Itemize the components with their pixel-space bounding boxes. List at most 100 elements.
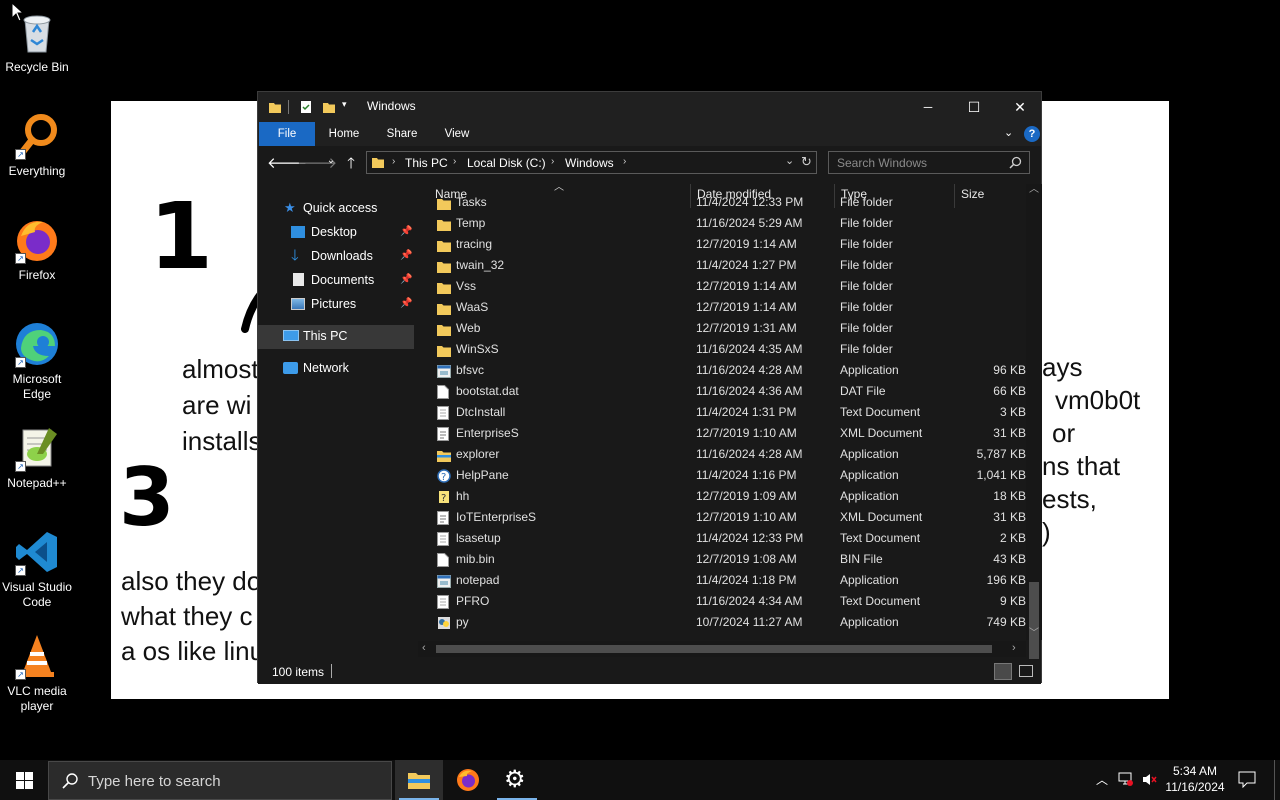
- breadcrumb-separator-icon[interactable]: ›: [551, 156, 554, 167]
- address-bar[interactable]: › This PC › Local Disk (C:) › Windows › …: [366, 151, 817, 174]
- tab-share[interactable]: Share: [384, 122, 420, 146]
- file-row[interactable]: bootstat.dat 11/16/2024 4:36 AM DAT File 66…: [418, 381, 1028, 402]
- title-bar[interactable]: ▾ Windows ─ ☐ ✕: [258, 92, 1041, 122]
- clock[interactable]: 5:34 AM 11/16/2024: [1162, 760, 1228, 800]
- file-size: 31 KB: [993, 510, 1026, 524]
- maximize-button[interactable]: ☐: [951, 92, 997, 122]
- desktop-icon-everything[interactable]: ↗ Everything: [0, 112, 74, 179]
- file-size: 5,787 KB: [976, 447, 1026, 461]
- file-size: 2 KB: [999, 531, 1026, 545]
- scroll-up-arrow-icon[interactable]: ︿: [1029, 180, 1039, 195]
- file-row[interactable]: notepad 11/4/2024 1:18 PM Application 196 K…: [418, 570, 1028, 591]
- file-row[interactable]: ? hh 12/7/2019 1:09 AM Application 18 KB: [418, 486, 1028, 507]
- title-separator: [288, 100, 289, 114]
- pin-icon[interactable]: 📌: [400, 245, 412, 267]
- large-icons-view-icon[interactable]: [1019, 665, 1033, 677]
- file-type: File folder: [840, 279, 893, 293]
- breadcrumb-separator-icon[interactable]: ›: [623, 156, 626, 167]
- file-row[interactable]: tracing 12/7/2019 1:14 AM File folder: [418, 234, 1028, 255]
- up-arrow-icon[interactable]: 🡑: [341, 153, 361, 178]
- back-arrow-icon[interactable]: 🡐: [267, 153, 307, 172]
- address-dropdown-chevron-icon[interactable]: ⌄: [785, 154, 794, 167]
- pin-icon[interactable]: 📌: [400, 221, 412, 243]
- nav-desktop[interactable]: Desktop 📌: [258, 221, 414, 245]
- file-row[interactable]: py 10/7/2024 11:27 AM Application 749 KB: [418, 612, 1028, 633]
- minimize-button[interactable]: ─: [905, 92, 951, 122]
- tab-file[interactable]: File: [259, 122, 315, 146]
- file-row[interactable]: Temp 11/16/2024 5:29 AM File folder: [418, 213, 1028, 234]
- breadcrumb-separator-icon[interactable]: ›: [392, 156, 395, 167]
- close-button[interactable]: ✕: [997, 92, 1043, 122]
- taskbar-settings[interactable]: ⚙: [493, 760, 541, 800]
- taskbar-firefox[interactable]: [444, 760, 492, 800]
- file-row[interactable]: WaaS 12/7/2019 1:14 AM File folder: [418, 297, 1028, 318]
- file-row[interactable]: WinSxS 11/16/2024 4:35 AM File folder: [418, 339, 1028, 360]
- scroll-down-arrow-icon[interactable]: ﹀: [1029, 624, 1039, 639]
- show-desktop-button[interactable]: [1274, 760, 1280, 800]
- file-name: bootstat.dat: [456, 384, 519, 398]
- desktop-icon-notepad-plus-plus[interactable]: ↗ Notepad++: [0, 424, 74, 491]
- windows-logo-icon: [16, 772, 33, 789]
- file-date-modified: 11/4/2024 1:27 PM: [696, 258, 797, 272]
- desktop-icon-vlc[interactable]: ↗ VLC media player: [0, 632, 74, 714]
- show-hidden-icons-chevron-icon[interactable]: ︿: [1096, 771, 1108, 788]
- quick-access-toolbar-dropdown-icon[interactable]: ▾: [342, 99, 347, 110]
- taskbar-search-box[interactable]: Type here to search: [48, 761, 392, 800]
- breadcrumb-local-disk[interactable]: Local Disk (C:): [467, 156, 546, 170]
- file-row[interactable]: explorer 11/16/2024 4:28 AM Application 5,7…: [418, 444, 1028, 465]
- horizontal-scrollbar[interactable]: ‹ ›: [418, 641, 1026, 657]
- desktop-icon-edge[interactable]: ↗ Microsoft Edge: [0, 320, 74, 402]
- desktop-icon-firefox[interactable]: ↗ Firefox: [0, 216, 74, 283]
- volume-muted-icon[interactable]: [1142, 772, 1158, 790]
- search-icon[interactable]: [1009, 156, 1022, 169]
- file-row[interactable]: bfsvc 11/16/2024 4:28 AM Application 96 KB: [418, 360, 1028, 381]
- computer-icon: [283, 330, 299, 341]
- help-icon[interactable]: ?: [1024, 126, 1040, 142]
- nav-downloads[interactable]: 🡓 Downloads 📌: [258, 245, 414, 269]
- forward-arrow-icon[interactable]: 🡒: [297, 153, 337, 172]
- breadcrumb-this-pc[interactable]: This PC: [405, 156, 448, 170]
- nav-network[interactable]: Network: [258, 357, 414, 381]
- file-row[interactable]: mib.bin 12/7/2019 1:08 AM BIN File 43 KB: [418, 549, 1028, 570]
- file-row[interactable]: Vss 12/7/2019 1:14 AM File folder: [418, 276, 1028, 297]
- recent-locations-chevron-icon[interactable]: ⌄: [321, 155, 341, 166]
- start-button[interactable]: [0, 760, 48, 800]
- scroll-right-arrow-icon[interactable]: ›: [1012, 642, 1016, 654]
- file-row[interactable]: IoTEnterpriseS 12/7/2019 1:10 AM XML Docum…: [418, 507, 1028, 528]
- horizontal-scroll-thumb[interactable]: [436, 645, 992, 653]
- pin-icon[interactable]: 📌: [400, 293, 412, 315]
- nav-quick-access[interactable]: ★ Quick access: [258, 197, 414, 221]
- properties-icon[interactable]: [300, 100, 312, 114]
- nav-documents[interactable]: Documents 📌: [258, 269, 414, 293]
- file-row[interactable]: Web 12/7/2019 1:31 AM File folder: [418, 318, 1028, 339]
- file-row[interactable]: lsasetup 11/4/2024 12:33 PM Text Document 2…: [418, 528, 1028, 549]
- file-row[interactable]: ? HelpPane 11/4/2024 1:16 PM Application 1,0…: [418, 465, 1028, 486]
- refresh-icon[interactable]: ↻: [801, 154, 812, 170]
- tab-view[interactable]: View: [442, 122, 472, 146]
- scroll-left-arrow-icon[interactable]: ‹: [422, 642, 426, 654]
- nav-quick-access-label: Quick access: [303, 201, 378, 215]
- breadcrumb-separator-icon[interactable]: ›: [453, 156, 456, 167]
- file-name: Vss: [456, 279, 477, 293]
- notifications-icon[interactable]: [1238, 771, 1256, 791]
- new-folder-icon[interactable]: [322, 100, 336, 114]
- nav-pictures[interactable]: Pictures 📌: [258, 293, 414, 317]
- file-row[interactable]: DtcInstall 11/4/2024 1:31 PM Text Document…: [418, 402, 1028, 423]
- vertical-scrollbar[interactable]: ︿ ﹀: [1026, 184, 1042, 668]
- taskbar-file-explorer[interactable]: [395, 760, 443, 800]
- file-row[interactable]: EnterpriseS 12/7/2019 1:10 AM XML Document…: [418, 423, 1028, 444]
- desktop-icon-vscode[interactable]: ↗ Visual Studio Code: [0, 528, 74, 610]
- file-row[interactable]: Tasks 11/4/2024 12:33 PM File folder: [418, 192, 1028, 213]
- file-row[interactable]: PFRO 11/16/2024 4:34 AM Text Document 9 KB: [418, 591, 1028, 612]
- breadcrumb-windows[interactable]: Windows: [565, 156, 614, 170]
- xml-file-icon: [437, 427, 451, 441]
- network-status-icon[interactable]: [1118, 772, 1134, 790]
- nav-this-pc[interactable]: This PC: [258, 325, 414, 349]
- tab-home[interactable]: Home: [326, 122, 362, 146]
- search-input[interactable]: Search Windows: [828, 151, 1030, 174]
- expand-ribbon-chevron-icon[interactable]: ⌄: [1004, 126, 1013, 139]
- file-type: Text Document: [840, 594, 921, 608]
- pin-icon[interactable]: 📌: [400, 269, 412, 291]
- file-row[interactable]: twain_32 11/4/2024 1:27 PM File folder: [418, 255, 1028, 276]
- details-view-icon[interactable]: [994, 663, 1012, 680]
